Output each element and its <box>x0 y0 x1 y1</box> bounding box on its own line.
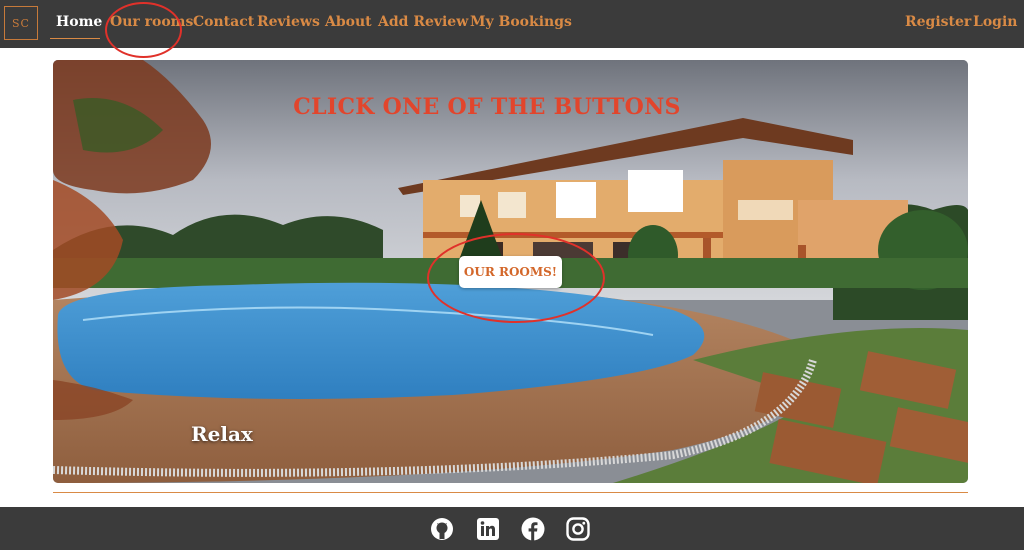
annotation-circle-button <box>427 233 605 323</box>
hero-banner: CLICK ONE OF THE BUTTONS OUR ROOMS! Rela… <box>53 60 968 483</box>
instagram-icon[interactable] <box>566 517 590 541</box>
nav-link-my-bookings[interactable]: My Bookings <box>470 14 572 30</box>
facebook-icon[interactable] <box>521 517 545 541</box>
nav-link-home[interactable]: Home <box>56 14 102 30</box>
linkedin-icon[interactable] <box>476 517 500 541</box>
nav-link-about[interactable]: About <box>325 14 372 30</box>
nav-link-register[interactable]: Register <box>905 14 971 30</box>
navbar: SC Home Our rooms Contact Reviews About … <box>0 0 1024 58</box>
divider <box>53 492 968 493</box>
site-logo[interactable]: SC <box>4 6 38 40</box>
footer <box>0 507 1024 550</box>
nav-link-login[interactable]: Login <box>973 14 1017 30</box>
hero-caption: Relax <box>191 422 253 446</box>
annotation-circle-nav <box>105 2 182 58</box>
github-icon[interactable] <box>430 517 454 541</box>
nav-link-add-review[interactable]: Add Review <box>378 14 468 30</box>
hero-heading: CLICK ONE OF THE BUTTONS <box>293 94 681 120</box>
nav-link-contact[interactable]: Contact <box>193 14 254 30</box>
nav-link-reviews[interactable]: Reviews <box>257 14 320 30</box>
active-nav-underline <box>50 38 100 39</box>
